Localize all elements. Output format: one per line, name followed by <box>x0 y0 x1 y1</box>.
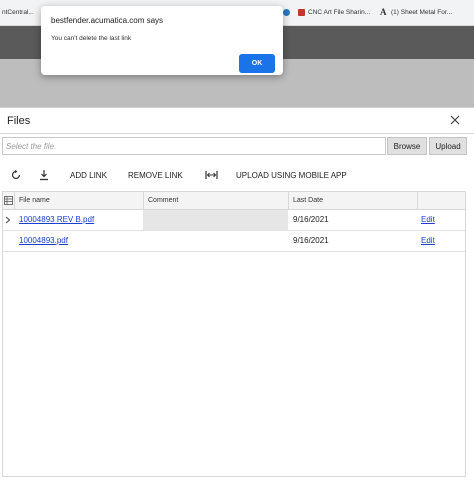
bookmark-favicon-icon <box>283 9 290 16</box>
row-expand-icon[interactable] <box>2 210 14 230</box>
close-icon[interactable] <box>448 113 462 127</box>
download-icon[interactable] <box>38 169 50 181</box>
last-date-cell: 9/16/2021 <box>293 236 329 245</box>
browse-button[interactable]: Browse <box>387 137 427 155</box>
alert-message: You can't delete the last link <box>51 35 132 42</box>
grid-header: File name Comment Last Date <box>2 191 466 210</box>
bookmark-label: CNC Art File Sharin... <box>308 9 371 16</box>
refresh-icon[interactable] <box>10 169 22 181</box>
alert-title: bestfender.acumatica.com says <box>51 16 164 25</box>
column-settings-icon[interactable] <box>3 192 15 209</box>
comment-cell[interactable] <box>143 231 288 251</box>
bookmark-item[interactable]: CNC Art File Sharin... <box>298 9 370 16</box>
ok-button[interactable]: OK <box>239 54 275 73</box>
upload-mobile-button[interactable]: UPLOAD USING MOBILE APP <box>236 169 347 181</box>
alert-dialog: bestfender.acumatica.com says You can't … <box>41 6 283 75</box>
column-header-file-name[interactable]: File name <box>15 192 144 209</box>
bookmark-favicon-icon: A <box>380 7 387 17</box>
add-link-button[interactable]: ADD LINK <box>70 169 107 181</box>
edit-link[interactable]: Edit <box>417 231 464 251</box>
remove-link-button[interactable]: REMOVE LINK <box>128 169 183 181</box>
column-header-action <box>418 192 465 209</box>
bookmark-separator-icon <box>283 9 293 16</box>
bookmark-label: (1) Sheet Metal For... <box>391 9 453 16</box>
table-row[interactable]: 10004893.pdf 9/16/2021 Edit <box>2 231 466 252</box>
dialog-title: Files <box>7 115 31 127</box>
edit-link[interactable]: Edit <box>417 210 464 230</box>
divider <box>0 133 474 134</box>
table-row[interactable]: 10004893 REV B.pdf 9/16/2021 Edit <box>2 210 466 231</box>
column-header-comment[interactable]: Comment <box>144 192 289 209</box>
column-header-last-date[interactable]: Last Date <box>289 192 418 209</box>
last-date-cell: 9/16/2021 <box>293 215 329 224</box>
file-select-input[interactable] <box>2 137 386 155</box>
files-dialog: Files Browse Upload ADD LINK REMOVE LINK… <box>0 107 474 481</box>
bookmark-favicon-icon <box>298 9 305 16</box>
file-name-link[interactable]: 10004893.pdf <box>15 231 143 251</box>
comment-cell[interactable] <box>143 210 288 230</box>
bookmark-item[interactable]: A (1) Sheet Metal For... <box>380 7 453 17</box>
upload-button[interactable]: Upload <box>429 137 467 155</box>
bookmark-item[interactable]: ntCentral... <box>2 9 34 16</box>
toolbar: ADD LINK REMOVE LINK UPLOAD USING MOBILE… <box>0 166 474 184</box>
fit-columns-icon[interactable] <box>205 169 218 181</box>
row-selector[interactable] <box>2 231 14 251</box>
file-name-link[interactable]: 10004893 REV B.pdf <box>15 210 143 230</box>
bookmark-label: ntCentral... <box>2 9 34 16</box>
